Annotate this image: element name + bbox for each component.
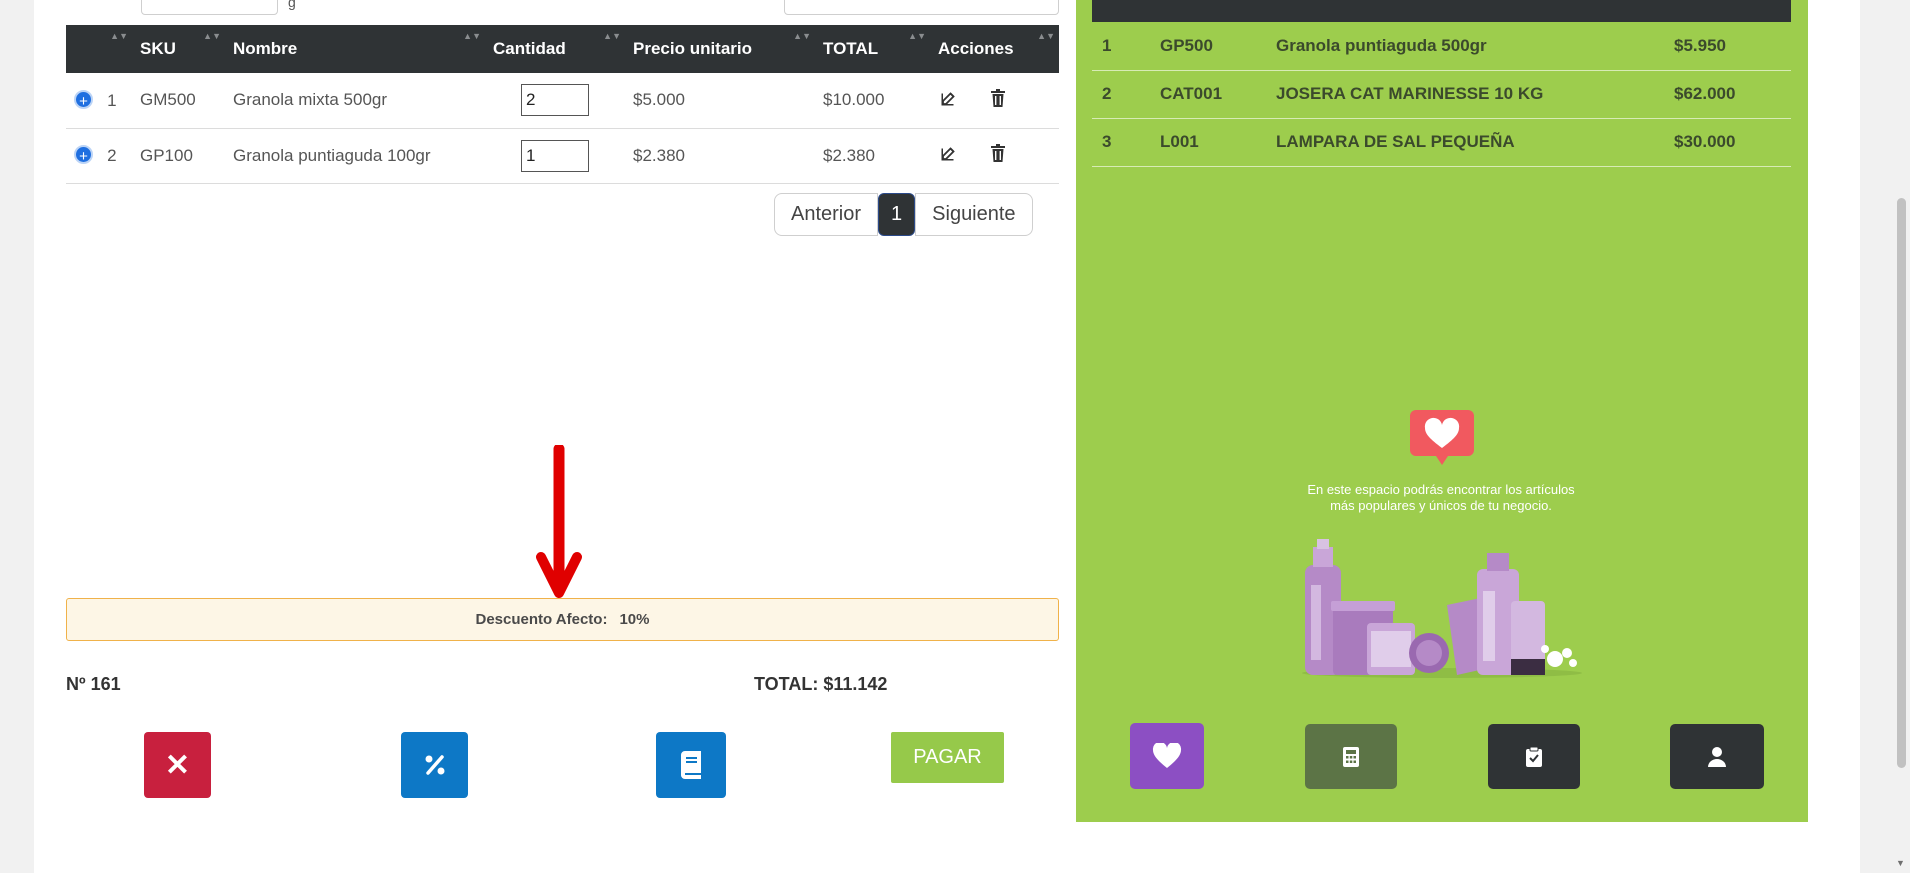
calculator-button[interactable] [1305, 724, 1397, 789]
favorites-button[interactable] [1130, 723, 1204, 789]
table-row: + 2 GP100 Granola puntiaguda 100gr $2.38… [66, 128, 1059, 183]
row-sku: GP100 [140, 145, 193, 165]
popular-name: JOSERA CAT MARINESSE 10 KG [1276, 84, 1544, 103]
popular-sku: GP500 [1160, 35, 1213, 55]
table-row[interactable]: 2 CAT001 JOSERA CAT MARINESSE 10 KG $62.… [1092, 70, 1791, 118]
table-row: + 1 GM500 Granola mixta 500gr $5.000 $10… [66, 73, 1059, 128]
popular-table-header [1092, 0, 1791, 22]
heart-icon [1152, 743, 1182, 768]
order-number: Nº 161 [66, 674, 121, 694]
user-icon [1708, 746, 1726, 767]
discount-banner: Descuento Afecto: 10% [66, 598, 1059, 641]
popular-number: 3 [1102, 132, 1112, 151]
sort-icon: ▲▼ [793, 31, 811, 41]
popular-price: $5.950 [1674, 35, 1726, 55]
plus-circle-icon[interactable]: + [74, 89, 93, 110]
popular-number: 1 [1102, 35, 1112, 55]
popular-items-table: 1 GP500 Granola puntiaguda 500gr $5.950 … [1092, 0, 1791, 167]
popular-price: $30.000 [1674, 132, 1736, 151]
sort-icon: ▲▼ [203, 31, 221, 41]
table-row[interactable]: 1 GP500 Granola puntiaguda 500gr $5.950 [1092, 22, 1791, 70]
book-icon [681, 751, 701, 779]
order-total: TOTAL: $11.142 [754, 674, 888, 694]
popular-empty-text: En este espacio podrás encontrar los art… [1307, 482, 1575, 513]
sort-icon: ▲▼ [110, 31, 128, 41]
row-total: $2.380 [823, 145, 875, 165]
popular-sku: L001 [1160, 132, 1199, 151]
heart-bubble-illustration [1410, 410, 1474, 465]
close-icon: ✕ [164, 748, 191, 782]
col-total[interactable]: TOTAL ▲▼ [815, 25, 930, 73]
col-nombre-label: Nombre [233, 39, 298, 58]
row-price: $2.380 [633, 145, 685, 165]
cancel-button[interactable]: ✕ [144, 732, 211, 798]
sort-icon: ▲▼ [908, 31, 926, 41]
page-1-button[interactable]: 1 [878, 193, 916, 236]
col-expand[interactable]: ▲▼ [66, 25, 132, 73]
pay-button[interactable]: PAGAR [891, 732, 1004, 783]
col-acciones[interactable]: Acciones ▲▼ [930, 25, 1059, 73]
sort-icon: ▲▼ [603, 31, 621, 41]
pagination: Anterior 1 Siguiente [774, 193, 1033, 236]
col-cantidad-label: Cantidad [493, 39, 566, 58]
page-length-label: g [288, 0, 296, 10]
calculator-icon [1343, 746, 1359, 767]
col-precio[interactable]: Precio unitario ▲▼ [625, 25, 815, 73]
discount-label: Descuento Afecto: [475, 611, 608, 628]
trash-icon[interactable] [987, 88, 1009, 107]
discount-value: 10% [619, 611, 650, 628]
discount-button[interactable] [401, 732, 468, 798]
percent-icon [425, 755, 444, 775]
plus-circle-icon[interactable]: + [74, 145, 93, 165]
edit-icon[interactable] [938, 89, 960, 107]
cart-table: ▲▼ SKU ▲▼ Nombre ▲▼ Cantidad ▲▼ Precio unit… [66, 25, 1059, 184]
products-illustration [1302, 539, 1582, 678]
col-sku[interactable]: SKU ▲▼ [132, 25, 225, 73]
col-acciones-label: Acciones [938, 39, 1014, 58]
table-row[interactable]: 3 L001 LAMPARA DE SAL PEQUEÑA $30.000 [1092, 118, 1791, 166]
scroll-down-icon[interactable]: ▼ [1896, 858, 1905, 868]
search-input[interactable] [784, 0, 1059, 15]
sort-icon: ▲▼ [1037, 31, 1055, 41]
row-number: 2 [107, 146, 117, 165]
col-precio-label: Precio unitario [633, 39, 753, 58]
row-name: Granola mixta 500gr [233, 90, 388, 110]
quantity-input[interactable] [521, 84, 589, 117]
user-button[interactable] [1670, 724, 1764, 789]
clipboard-check-icon [1526, 746, 1542, 767]
clipboard-button[interactable] [1488, 724, 1580, 789]
quantity-input[interactable] [521, 139, 589, 172]
popular-price: $62.000 [1674, 84, 1736, 103]
previous-page-button[interactable]: Anterior [774, 193, 879, 236]
edit-icon[interactable] [938, 144, 960, 162]
row-sku: GM500 [140, 90, 196, 110]
col-nombre[interactable]: Nombre ▲▼ [225, 25, 485, 73]
trash-icon[interactable] [987, 144, 1009, 162]
col-sku-label: SKU [140, 39, 176, 58]
sort-icon: ▲▼ [463, 31, 481, 41]
popular-name: LAMPARA DE SAL PEQUEÑA [1276, 132, 1515, 151]
next-page-button[interactable]: Siguiente [915, 193, 1033, 236]
row-name: Granola puntiaguda 100gr [233, 145, 431, 165]
popular-sku: CAT001 [1160, 84, 1223, 103]
col-cantidad[interactable]: Cantidad ▲▼ [485, 25, 625, 73]
red-arrow-annotation [536, 445, 582, 598]
page-length-select[interactable] [141, 0, 278, 15]
popular-number: 2 [1102, 84, 1112, 103]
col-total-label: TOTAL [823, 39, 879, 58]
notes-button[interactable] [656, 732, 726, 798]
scrollbar-thumb[interactable] [1897, 198, 1906, 768]
cart-table-header: ▲▼ SKU ▲▼ Nombre ▲▼ Cantidad ▲▼ Precio unit… [66, 25, 1059, 73]
popular-name: Granola puntiaguda 500gr [1276, 35, 1487, 55]
row-number: 1 [107, 90, 117, 110]
row-total: $10.000 [823, 90, 885, 110]
row-price: $5.000 [633, 90, 685, 110]
